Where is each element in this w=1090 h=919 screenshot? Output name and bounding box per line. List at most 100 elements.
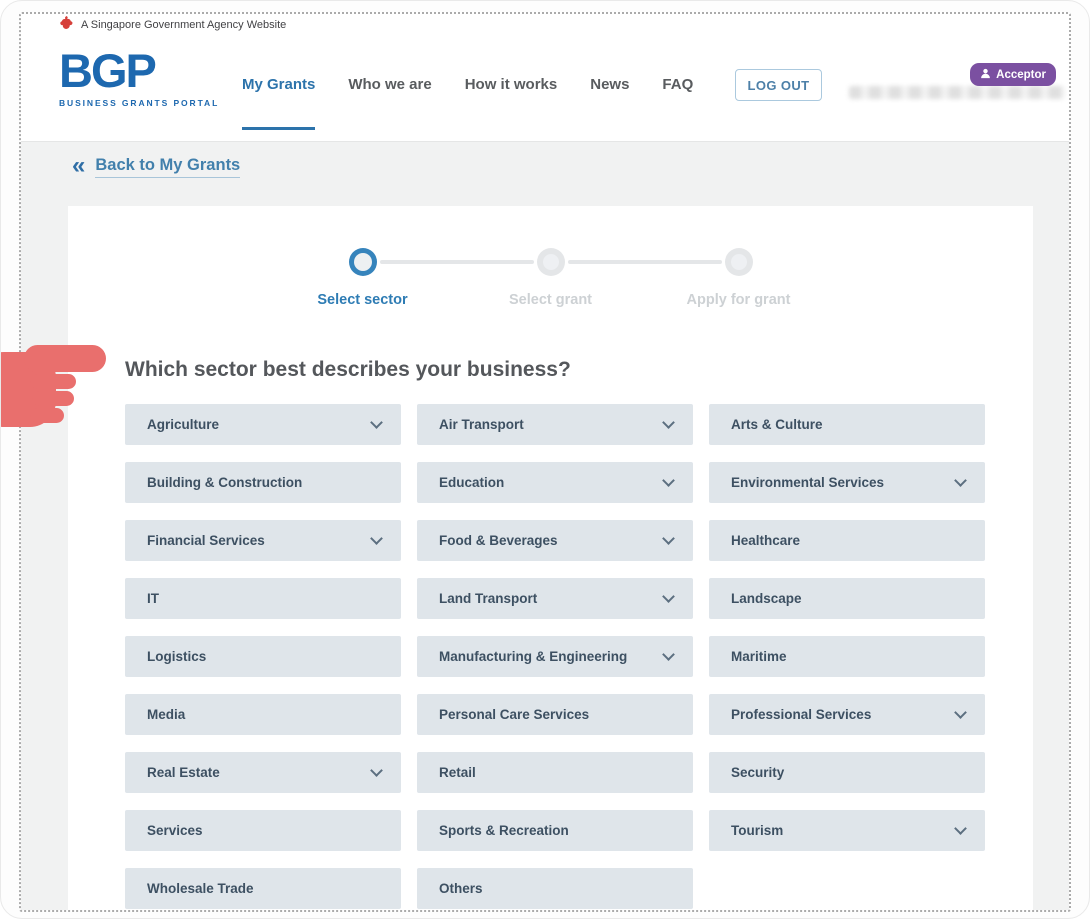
sector-label: Agriculture [147,417,219,432]
redacted-user-info [849,86,1065,99]
chevron-down-icon [370,416,383,429]
sector-button[interactable]: Maritime [709,636,985,677]
sector-grid: Agriculture Air Transport Arts & Culture… [125,404,985,909]
chevron-down-icon [370,532,383,545]
chevron-down-icon [954,822,967,835]
question-heading: Which sector best describes your busines… [125,358,985,382]
sector-label: Air Transport [439,417,524,432]
sector-button[interactable]: Professional Services [709,694,985,735]
sector-label: Landscape [731,591,802,606]
sector-button[interactable]: Building & Construction [125,462,401,503]
sector-button[interactable]: Retail [417,752,693,793]
sector-button[interactable]: Arts & Culture [709,404,985,445]
back-link-label: Back to My Grants [95,156,240,178]
sector-label: Manufacturing & Engineering [439,649,627,664]
wizard-step: Select grant [457,248,645,308]
wizard-step: Apply for grant [645,248,833,308]
sector-label: Maritime [731,649,787,664]
sector-label: Healthcare [731,533,800,548]
step-label: Select sector [317,292,407,308]
sector-label: Logistics [147,649,206,664]
page-content: « Back to My Grants Select sector Select… [21,142,1069,910]
sector-label: Real Estate [147,765,220,780]
sector-label: Retail [439,765,476,780]
page-frame: A Singapore Government Agency Website BG… [19,12,1071,912]
chevron-down-icon [662,590,675,603]
wizard-card: Select sector Select grant Apply for gra… [68,206,1033,910]
sector-button[interactable]: Air Transport [417,404,693,445]
logout-button[interactable]: LOG OUT [735,69,822,101]
sector-button[interactable]: Wholesale Trade [125,868,401,909]
person-icon [980,68,991,82]
chevron-down-icon [370,764,383,777]
sector-button[interactable]: Manufacturing & Engineering [417,636,693,677]
sector-label: Personal Care Services [439,707,589,722]
sector-label: Land Transport [439,591,537,606]
sector-button[interactable]: Agriculture [125,404,401,445]
sector-button[interactable]: Land Transport [417,578,693,619]
wizard-step: Select sector [269,248,457,308]
sector-label: Others [439,881,483,896]
sector-button[interactable]: IT [125,578,401,619]
sector-label: Environmental Services [731,475,884,490]
sector-button[interactable]: Services [125,810,401,851]
sector-button[interactable]: Media [125,694,401,735]
sector-button[interactable]: Environmental Services [709,462,985,503]
sector-button[interactable]: Personal Care Services [417,694,693,735]
chevron-down-icon [954,706,967,719]
nav-item[interactable]: How it works [465,76,558,93]
sector-label: Education [439,475,504,490]
sector-label: Financial Services [147,533,265,548]
main-nav: My Grants Who we are How it works News FAQ [242,76,693,93]
nav-item[interactable]: Who we are [348,76,431,93]
sector-label: IT [147,591,159,606]
logo-tagline: BUSINESS GRANTS PORTAL [59,98,219,108]
sector-label: Professional Services [731,707,871,722]
sector-label: Arts & Culture [731,417,823,432]
back-to-my-grants-link[interactable]: « Back to My Grants [72,156,240,178]
sector-label: Tourism [731,823,783,838]
logo-acronym: BGP [59,46,219,95]
nav-item[interactable]: News [590,76,629,93]
singapore-lion-crest-icon [60,15,73,35]
sector-label: Security [731,765,784,780]
wizard-stepper: Select sector Select grant Apply for gra… [68,248,1033,308]
sector-button[interactable]: Real Estate [125,752,401,793]
sector-button[interactable]: Food & Beverages [417,520,693,561]
double-chevron-left-icon: « [72,154,85,178]
gov-banner-text: A Singapore Government Agency Website [81,19,286,31]
sector-label: Building & Construction [147,475,302,490]
sector-button[interactable]: Logistics [125,636,401,677]
sector-button[interactable]: Landscape [709,578,985,619]
sector-button[interactable]: Others [417,868,693,909]
role-badge[interactable]: Acceptor [970,63,1056,86]
sector-button[interactable]: Healthcare [709,520,985,561]
sector-label: Food & Beverages [439,533,558,548]
step-label: Select grant [509,292,592,308]
sector-label: Services [147,823,203,838]
step-circle-icon [537,248,565,276]
sector-label: Wholesale Trade [147,881,254,896]
chevron-down-icon [662,474,675,487]
sector-button[interactable]: Financial Services [125,520,401,561]
screenshot-canvas: A Singapore Government Agency Website BG… [0,0,1090,919]
role-badge-label: Acceptor [996,69,1046,81]
sector-button[interactable]: Security [709,752,985,793]
gov-banner: A Singapore Government Agency Website [21,14,1069,36]
site-header: BGP BUSINESS GRANTS PORTAL My Grants Who … [21,36,1069,142]
nav-item[interactable]: FAQ [662,76,693,93]
nav-item[interactable]: My Grants [242,76,315,93]
chevron-down-icon [662,648,675,661]
bgp-logo[interactable]: BGP BUSINESS GRANTS PORTAL [59,46,219,108]
chevron-down-icon [662,416,675,429]
sector-button[interactable]: Tourism [709,810,985,851]
sector-button[interactable]: Education [417,462,693,503]
sector-button[interactable]: Sports & Recreation [417,810,693,851]
step-label: Apply for grant [687,292,791,308]
chevron-down-icon [954,474,967,487]
sector-label: Sports & Recreation [439,823,569,838]
step-circle-icon [349,248,377,276]
chevron-down-icon [662,532,675,545]
step-circle-icon [725,248,753,276]
sector-label: Media [147,707,185,722]
